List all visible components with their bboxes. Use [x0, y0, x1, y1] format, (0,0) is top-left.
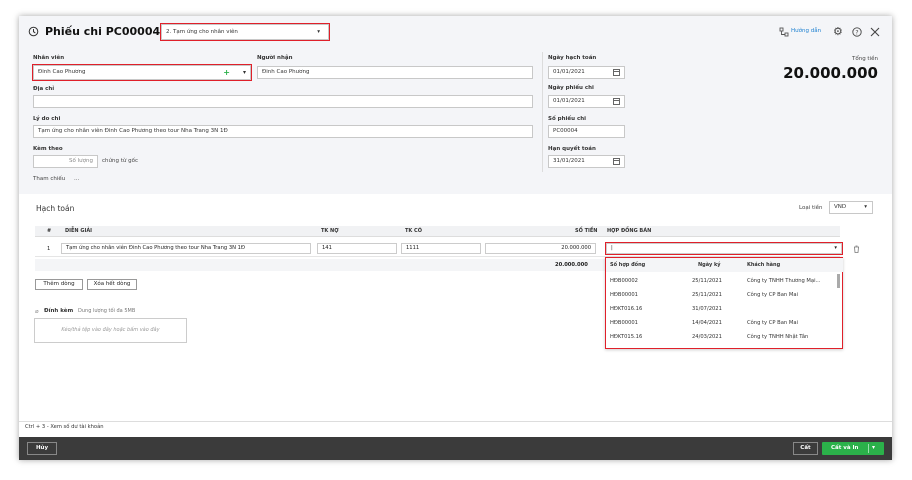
dropdown-item[interactable]: HĐB00001 25/11/2021 Công ty CP Ban Mai: [606, 288, 843, 302]
chevron-down-icon: ▾: [317, 29, 320, 35]
sum-amount: 20.000.000: [555, 262, 588, 268]
history-icon[interactable]: [28, 26, 39, 37]
footer-bar: Hủy Cất Cất và In ▾: [19, 437, 892, 460]
reason-label: Lý do chi: [33, 116, 61, 122]
reason-field[interactable]: Tạm ứng cho nhân viên Đinh Cao Phương th…: [33, 125, 533, 138]
status-hint: Ctrl + 3 - Xem số dư tài khoản: [25, 424, 104, 430]
voucher-no-field[interactable]: PC00004: [548, 125, 625, 138]
save-print-button[interactable]: Cất và In ▾: [822, 442, 884, 455]
help-icon[interactable]: ?: [852, 27, 862, 37]
save-button[interactable]: Cất: [793, 442, 818, 455]
dropdown-header: Số hợp đồng Ngày ký Khách hàng: [606, 258, 843, 272]
row-desc-field[interactable]: Tạm ứng cho nhân viên Đinh Cao Phương th…: [61, 243, 311, 254]
row-contract-field[interactable]: | ▾: [605, 242, 843, 255]
address-label: Địa chỉ: [33, 86, 55, 92]
attachment-limit: Dung lượng tối đa 5MB: [78, 308, 136, 314]
col-amount: SỐ TIỀN: [575, 228, 598, 234]
employee-label: Nhân viên: [33, 55, 65, 61]
calendar-icon[interactable]: [613, 158, 620, 165]
add-icon[interactable]: +: [223, 66, 230, 79]
chevron-down-icon[interactable]: ▾: [834, 244, 837, 253]
employee-field[interactable]: Đinh Cao Phương + ▾: [32, 64, 252, 81]
page-title: Phiếu chi PC00004: [45, 25, 161, 38]
row-debit-field[interactable]: 141: [317, 243, 397, 254]
guide-link[interactable]: Hướng dẫn: [791, 28, 821, 34]
currency-select[interactable]: VND ▾: [829, 201, 873, 214]
col-no: #: [47, 228, 52, 234]
close-icon[interactable]: [870, 27, 880, 37]
voucher-type-select[interactable]: 2. Tạm ứng cho nhân viên ▾: [160, 23, 330, 41]
attach-count-input[interactable]: Số lượng: [33, 155, 98, 168]
dropdown-scrollbar[interactable]: [837, 274, 840, 288]
posting-date-field[interactable]: 01/01/2021: [548, 66, 625, 79]
guide-icon[interactable]: [779, 27, 789, 37]
paperclip-icon: ⌀: [35, 308, 39, 315]
col-contract: HỢP ĐỒNG BÁN: [607, 228, 652, 234]
currency-label: Loại tiền: [799, 205, 823, 211]
receiver-field[interactable]: Đinh Cao Phương: [257, 66, 533, 79]
row-amount-field[interactable]: 20.000.000: [485, 243, 596, 254]
dropdown-item[interactable]: HĐB00001 14/04/2021 Công ty CP Ban Mai: [606, 316, 843, 330]
col-desc: DIỄN GIẢI: [65, 228, 93, 234]
chevron-down-icon[interactable]: ▾: [243, 66, 246, 79]
receiver-label: Người nhận: [257, 55, 293, 61]
posting-date-label: Ngày hạch toán: [548, 55, 597, 61]
accounting-title: Hạch toán: [36, 204, 75, 213]
col-debit: TK NỢ: [321, 228, 339, 234]
table-row[interactable]: 1 Tạm ứng cho nhân viên Đinh Cao Phương …: [35, 240, 859, 257]
col-credit: TK CÓ: [405, 228, 422, 234]
dropdown-item[interactable]: HĐKT015.16 24/03/2021 Công ty TNHH Nhật …: [606, 330, 843, 344]
add-row-button[interactable]: Thêm dòng: [35, 279, 83, 290]
total-amount: 20.000.000: [783, 64, 878, 82]
address-field[interactable]: [33, 95, 533, 108]
dropdown-item[interactable]: HĐB00002 25/11/2021 Công ty TNHH Thương …: [606, 274, 843, 288]
reference-label: Tham chiếu: [33, 176, 66, 182]
chevron-down-icon[interactable]: ▾: [872, 444, 875, 451]
chevron-down-icon: ▾: [864, 204, 867, 210]
voucher-date-field[interactable]: 01/01/2021: [548, 95, 625, 108]
gear-icon[interactable]: ⚙: [833, 25, 843, 38]
dropdown-item[interactable]: HĐKT016.16 31/07/2021: [606, 302, 843, 316]
cancel-button[interactable]: Hủy: [27, 442, 57, 455]
divider: [19, 421, 892, 422]
reference-more-button[interactable]: ...: [74, 176, 79, 182]
contract-dropdown: Số hợp đồng Ngày ký Khách hàng HĐB00002 …: [605, 257, 843, 349]
svg-text:?: ?: [855, 29, 858, 36]
row-credit-field[interactable]: 1111: [401, 243, 481, 254]
calendar-icon[interactable]: [613, 98, 620, 105]
attachment-label: Đính kèm: [44, 308, 74, 314]
attach-suffix: chứng từ gốc: [102, 158, 138, 164]
trash-icon[interactable]: [853, 245, 860, 253]
settle-date-field[interactable]: 31/01/2021: [548, 155, 625, 168]
table-header: # DIỄN GIẢI TK NỢ TK CÓ SỐ TIỀN HỢP ĐỒNG…: [35, 226, 840, 237]
divider: [542, 52, 543, 172]
settle-date-label: Hạn quyết toán: [548, 146, 596, 152]
voucher-window: Phiếu chi PC00004 2. Tạm ứng cho nhân vi…: [19, 16, 892, 460]
calendar-icon[interactable]: [613, 69, 620, 76]
total-label: Tổng tiền: [851, 56, 878, 62]
clear-rows-button[interactable]: Xóa hết dòng: [87, 279, 137, 290]
attach-label: Kèm theo: [33, 146, 63, 152]
attachment-dropzone[interactable]: Kéo/thả tệp vào đây hoặc bấm vào đây: [34, 318, 187, 343]
voucher-no-label: Số phiếu chi: [548, 116, 587, 122]
voucher-date-label: Ngày phiếu chi: [548, 85, 594, 91]
row-no: 1: [47, 246, 51, 252]
